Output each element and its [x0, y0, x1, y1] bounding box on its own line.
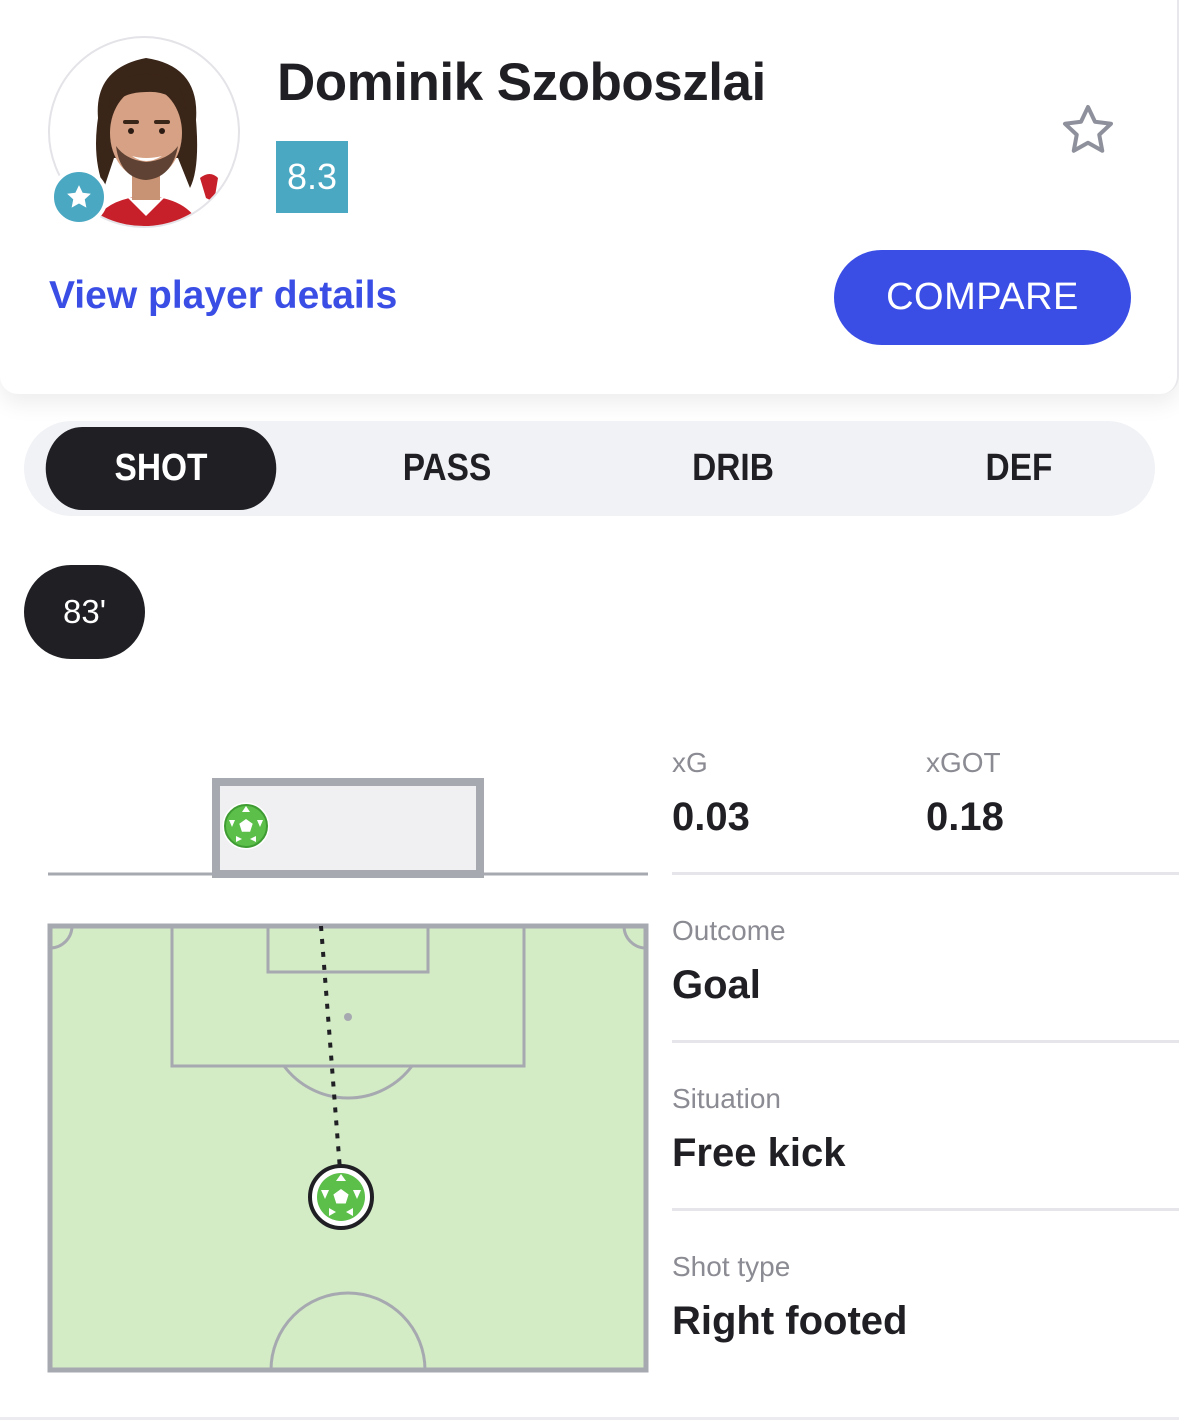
shot-location-ball-icon [308, 1164, 374, 1230]
player-name: Dominik Szoboszlai [277, 53, 766, 112]
outcome-value: Goal [672, 963, 761, 1007]
club-crest-text: L.F.C. [194, 210, 222, 222]
tab-pass[interactable]: PASS [332, 427, 563, 510]
situation-label: Situation [672, 1083, 781, 1114]
goal-placement-ball-icon [222, 802, 270, 850]
outcome-label: Outcome [672, 915, 786, 946]
star-outline-icon[interactable] [1056, 100, 1120, 160]
stat-tabs: SHOT PASS DRIB DEF [24, 421, 1155, 516]
xgot-label: xGOT [926, 747, 1001, 778]
star-icon [50, 168, 108, 226]
shot-map [47, 778, 649, 1373]
divider [672, 1040, 1179, 1043]
divider [672, 872, 1179, 875]
xg-label: xG [672, 747, 708, 778]
pitch-half [47, 923, 649, 1373]
player-card: L.F.C. Dominik Szoboszlai 8.3 View playe… [0, 0, 1179, 394]
shot-minute-chip[interactable]: 83' [24, 565, 145, 659]
divider [0, 1417, 1179, 1420]
tab-def[interactable]: DEF [904, 427, 1135, 510]
divider [672, 1208, 1179, 1211]
tab-drib[interactable]: DRIB [618, 427, 849, 510]
shot-type-label: Shot type [672, 1251, 791, 1282]
compare-button[interactable]: COMPARE [834, 250, 1131, 345]
goal-frame [48, 778, 648, 878]
player-avatar-group[interactable]: L.F.C. [48, 36, 240, 228]
shot-type-value: Right footed [672, 1299, 908, 1343]
xgot-value: 0.18 [926, 795, 1004, 839]
xg-value: 0.03 [672, 795, 750, 839]
view-player-details-link[interactable]: View player details [49, 274, 397, 318]
rating-badge: 8.3 [276, 141, 348, 213]
tab-shot[interactable]: SHOT [45, 427, 277, 510]
situation-value: Free kick [672, 1131, 846, 1175]
